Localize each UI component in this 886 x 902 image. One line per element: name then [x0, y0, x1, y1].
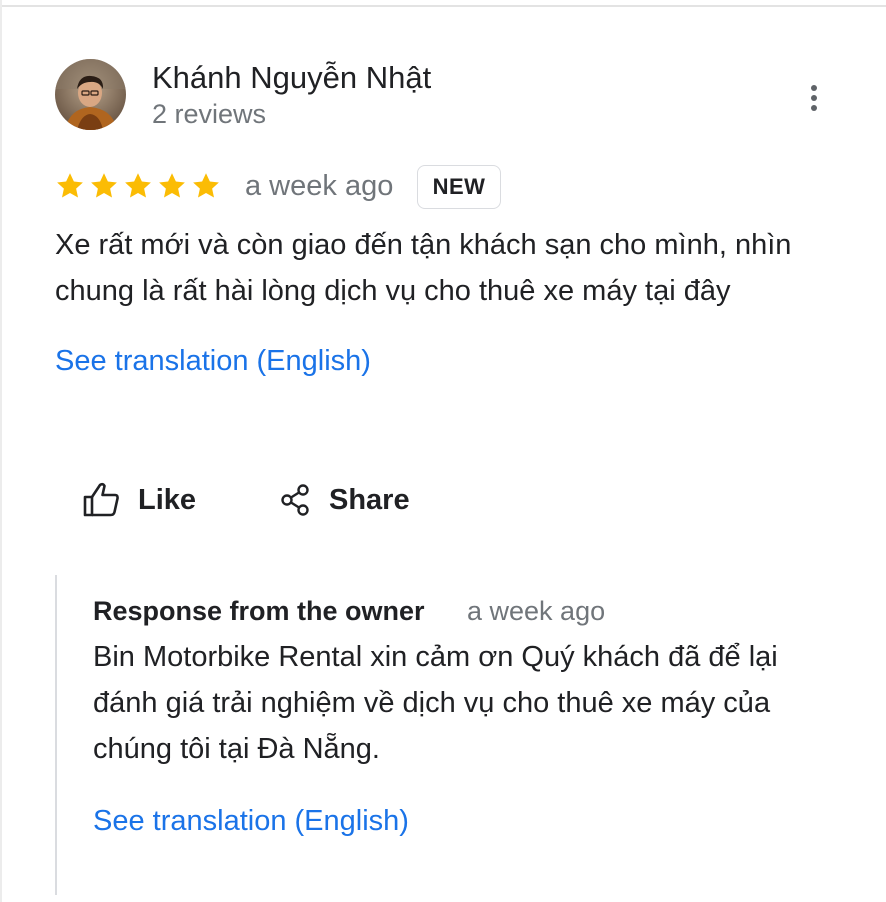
thumb-up-icon: [83, 482, 119, 517]
star-icon: [57, 173, 83, 198]
like-label: Like: [138, 483, 197, 516]
avatar[interactable]: [55, 59, 126, 130]
owner-response-title: Response from the owner: [93, 596, 425, 626]
review-card: Khánh Nguyễn Nhật 2 reviews a week ago N…: [0, 0, 886, 902]
reviewer-review-count[interactable]: 2 reviews: [152, 99, 266, 130]
owner-response-text: Bin Motorbike Rental xin cảm ơn Quý khác…: [93, 641, 778, 765]
star-icon: [159, 173, 185, 198]
share-button[interactable]: Share: [279, 478, 410, 522]
left-divider: [0, 0, 2, 902]
review-see-translation-link[interactable]: See translation (English): [55, 345, 371, 378]
share-icon: [281, 484, 309, 516]
owner-response-time: a week ago: [467, 596, 606, 626]
review-time: a week ago: [245, 170, 394, 202]
star-icon: [91, 173, 117, 198]
reviewer-name[interactable]: Khánh Nguyễn Nhật: [152, 60, 431, 96]
star-rating: [55, 171, 221, 201]
star-icon: [125, 173, 151, 198]
star-icon: [193, 173, 219, 198]
share-label: Share: [329, 483, 410, 516]
review-text: Xe rất mới và còn giao đến tận khách sạn…: [55, 229, 792, 307]
top-divider: [0, 0, 886, 7]
owner-response-divider: [55, 575, 57, 895]
more-options-button[interactable]: [796, 78, 832, 118]
owner-response-see-translation-link[interactable]: See translation (English): [93, 805, 409, 838]
like-button[interactable]: Like: [82, 478, 196, 522]
new-badge: NEW: [417, 165, 501, 209]
more-vert-icon: [811, 85, 817, 111]
